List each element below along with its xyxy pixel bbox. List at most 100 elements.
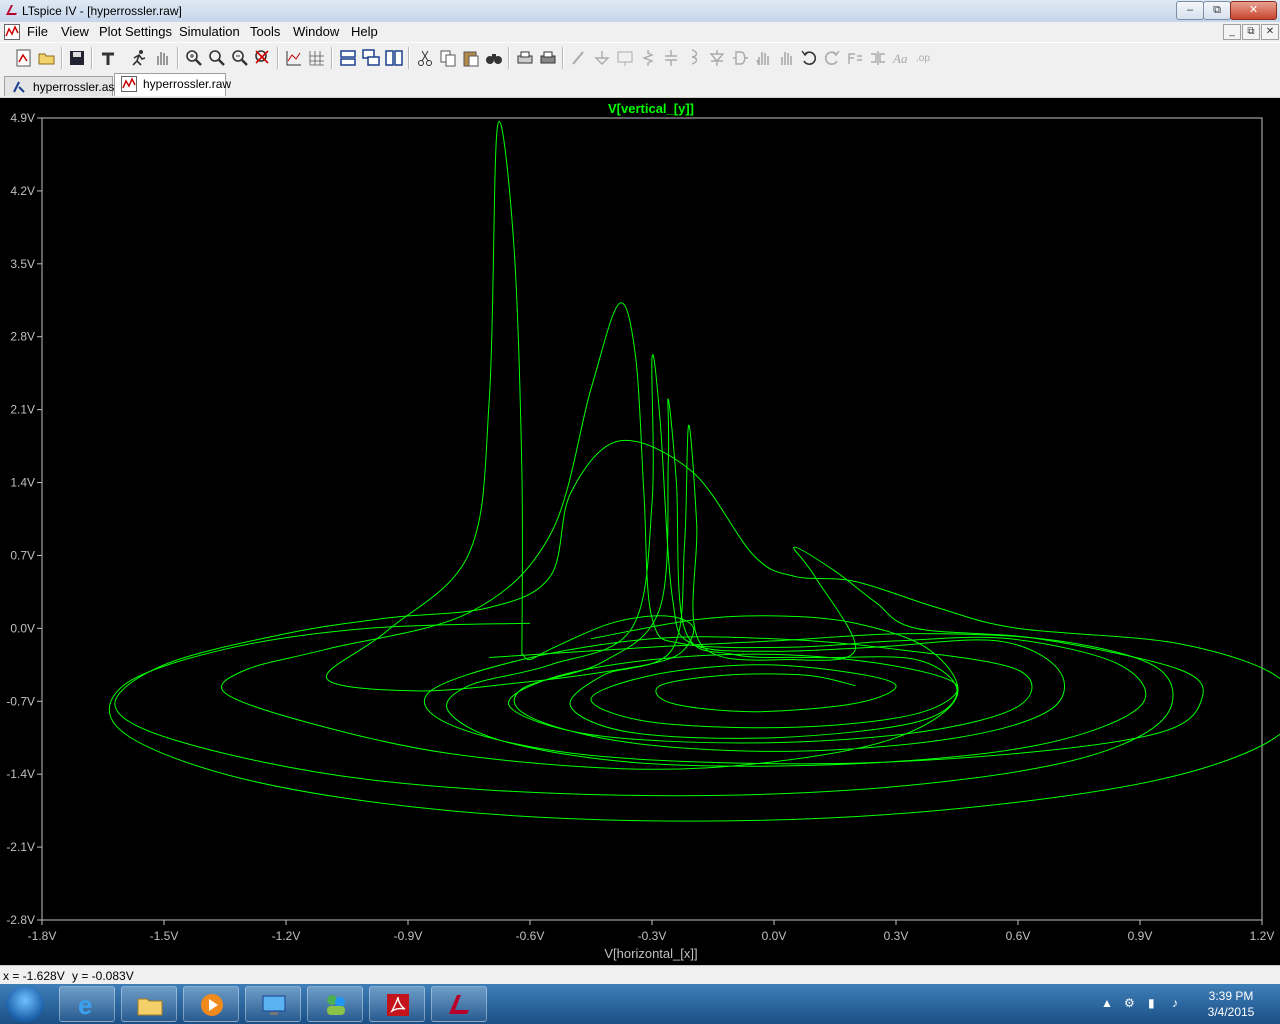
ground-icon[interactable]	[592, 48, 612, 68]
waveform-window-icon[interactable]	[4, 24, 20, 40]
drag-icon[interactable]	[776, 48, 796, 68]
menu-window[interactable]: Window	[293, 24, 339, 39]
paste-icon[interactable]	[461, 48, 481, 68]
capacitor-icon[interactable]	[661, 48, 681, 68]
menu-simulation[interactable]: Simulation	[179, 24, 240, 39]
menu-tools[interactable]: Tools	[250, 24, 280, 39]
mdi-restore-button[interactable]: ⧉	[1242, 24, 1260, 40]
menu-help[interactable]: Help	[351, 24, 378, 39]
window-title-bar[interactable]: LTspice IV - [hyperrossler.raw] – ⧉ ✕	[0, 0, 1280, 23]
tab-label: hyperrossler.raw	[143, 77, 232, 91]
waveform-plot-pane[interactable]: V[vertical_[y]] V[horizontal_[x]] -1.8V -…	[0, 98, 1280, 965]
trace-segment-0	[326, 121, 695, 692]
ltspice-icon[interactable]	[431, 986, 487, 1022]
toolbar-separator	[61, 47, 63, 69]
status-bar: x = -1.628V y = -0.083V	[0, 965, 1280, 985]
x-tick-label: 0.3V	[884, 929, 909, 943]
zoom-cancel-icon[interactable]	[253, 48, 273, 68]
svg-text:e: e	[78, 991, 92, 1019]
tab-waveform[interactable]: hyperrossler.raw	[114, 73, 231, 96]
diode-icon[interactable]	[707, 48, 727, 68]
xy-plot[interactable]: V[vertical_[y]] V[horizontal_[x]] -1.8V -…	[0, 98, 1280, 965]
inductor-icon[interactable]	[684, 48, 704, 68]
toolbar-separator	[277, 47, 279, 69]
move-icon[interactable]	[753, 48, 773, 68]
svg-text:.op: .op	[916, 53, 930, 64]
copy-icon[interactable]	[438, 48, 458, 68]
ltspice-app-icon	[6, 5, 17, 15]
file-explorer-icon[interactable]	[121, 986, 177, 1022]
svg-text:Aa: Aa	[892, 51, 908, 66]
run-icon[interactable]	[129, 48, 149, 68]
tile-horizontal-icon[interactable]	[338, 48, 358, 68]
network-share-icon[interactable]: ⚙	[1124, 996, 1135, 1010]
toolbar-separator	[562, 47, 564, 69]
schematic-icon	[13, 81, 25, 93]
print-preview-icon[interactable]	[515, 48, 535, 68]
system-clock[interactable]: 3:39 PM 3/4/2015	[1196, 988, 1266, 1020]
menu-plot-settings[interactable]: Plot Settings	[99, 24, 172, 39]
cursor-y-readout: y = -0.083V	[72, 969, 134, 983]
restore-button[interactable]: ⧉	[1203, 1, 1231, 20]
x-tick-label: -1.5V	[150, 929, 179, 943]
menu-view[interactable]: View	[61, 24, 89, 39]
x-axis-label[interactable]: V[horizontal_[x]]	[604, 946, 697, 961]
minimize-button[interactable]: –	[1176, 1, 1204, 20]
wire-icon[interactable]	[569, 48, 589, 68]
wifi-signal-icon[interactable]: ▮	[1148, 996, 1155, 1010]
mdi-minimize-button[interactable]: _	[1223, 24, 1241, 40]
mirror-icon[interactable]	[868, 48, 888, 68]
autorange-icon[interactable]	[284, 48, 304, 68]
y-tick-label: 1.4V	[10, 476, 35, 490]
cascade-icon[interactable]	[361, 48, 381, 68]
show-hidden-icons-icon[interactable]: ▲	[1101, 996, 1113, 1010]
redo-icon[interactable]	[822, 48, 842, 68]
print-icon[interactable]	[538, 48, 558, 68]
component-icon[interactable]	[730, 48, 750, 68]
chart-title[interactable]: V[vertical_[y]]	[608, 101, 694, 116]
close-button[interactable]: ✕	[1230, 1, 1277, 20]
waveform-icon	[121, 76, 137, 92]
save-icon[interactable]	[67, 48, 87, 68]
tile-vertical-icon[interactable]	[384, 48, 404, 68]
trace-group	[108, 121, 1280, 822]
y-tick-label: 2.8V	[10, 330, 35, 344]
remote-desktop-icon[interactable]	[245, 986, 301, 1022]
x-tick-label: 0.9V	[1128, 929, 1153, 943]
menu-bar: File View Plot Settings Simulation Tools…	[0, 22, 1280, 42]
menu-file[interactable]: File	[27, 24, 48, 39]
zoom-in-icon[interactable]	[207, 48, 227, 68]
zoom-area-icon[interactable]	[184, 48, 204, 68]
control-panel-icon[interactable]	[98, 48, 118, 68]
tab-schematic[interactable]: hyperrossler.asc	[4, 76, 120, 96]
label-icon[interactable]	[615, 48, 635, 68]
x-tick-label: 1.2V	[1250, 929, 1275, 943]
grid-icon[interactable]	[307, 48, 327, 68]
window-title: LTspice IV - [hyperrossler.raw]	[22, 4, 182, 18]
internet-explorer-icon[interactable]: e	[59, 986, 115, 1022]
cut-icon[interactable]	[415, 48, 435, 68]
rotate-icon[interactable]	[845, 48, 865, 68]
find-icon[interactable]	[484, 48, 504, 68]
volume-icon[interactable]: ♪	[1172, 996, 1178, 1010]
open-icon[interactable]	[37, 48, 57, 68]
resistor-icon[interactable]	[638, 48, 658, 68]
y-tick-label: -2.1V	[6, 840, 35, 854]
y-tick-label: 0.0V	[10, 621, 35, 635]
spice-directive-icon[interactable]: .op	[914, 48, 934, 68]
halt-icon[interactable]	[152, 48, 172, 68]
toolbar-separator	[331, 47, 333, 69]
mdi-close-button[interactable]: ✕	[1261, 24, 1279, 40]
acrobat-icon[interactable]	[369, 986, 425, 1022]
messenger-icon[interactable]	[307, 986, 363, 1022]
media-player-icon[interactable]	[183, 986, 239, 1022]
plot-frame	[41, 117, 1263, 921]
toolbar-separator	[508, 47, 510, 69]
cursor-x-readout: x = -1.628V	[3, 969, 65, 983]
new-schematic-icon[interactable]	[14, 48, 34, 68]
x-tick-label: -1.8V	[28, 929, 57, 943]
text-icon[interactable]: Aa	[891, 48, 911, 68]
zoom-out-icon[interactable]	[230, 48, 250, 68]
start-button[interactable]	[6, 986, 44, 1022]
undo-icon[interactable]	[799, 48, 819, 68]
